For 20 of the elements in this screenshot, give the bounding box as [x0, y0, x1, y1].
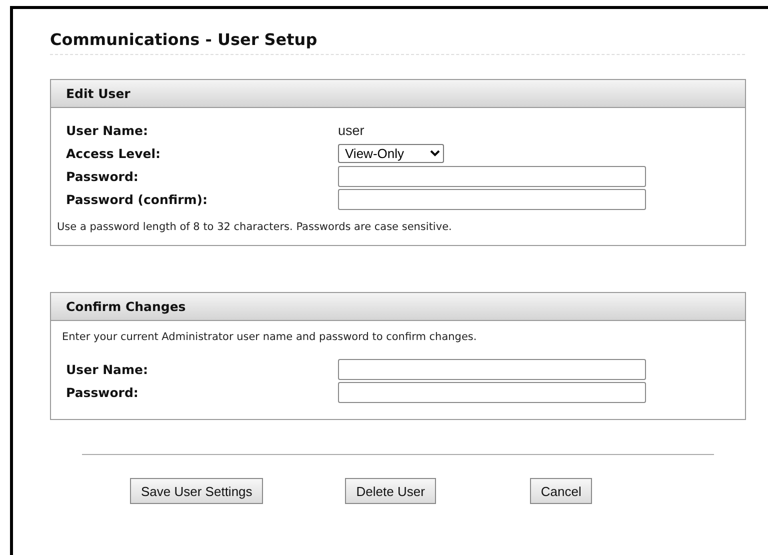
- access-level-dropdown[interactable]: View-Only: [338, 144, 444, 162]
- field-label: Access Level:: [66, 146, 162, 160]
- panel-header: Edit User: [51, 80, 745, 108]
- help-text: Enter your current Administrator user name and password to confirm changes.: [61, 330, 478, 345]
- field-label: Password:: [66, 168, 140, 184]
- user-name-value: user: [338, 122, 364, 138]
- field-label: Password (confirm):: [66, 192, 209, 206]
- help-text: Use a password length of 8 to 32 characters. Passwords are case sensitive.: [56, 220, 453, 235]
- action-button[interactable]: Save User Settings: [130, 478, 264, 504]
- input-field[interactable]: [338, 358, 646, 380]
- panel-header: Confirm Changes: [51, 293, 745, 321]
- input-field[interactable]: [338, 382, 646, 402]
- action-button[interactable]: Delete User: [345, 478, 436, 504]
- field-label: User Name:: [66, 122, 149, 138]
- field-label: User Name:: [66, 362, 149, 376]
- action-button[interactable]: Cancel: [530, 478, 592, 504]
- input-field[interactable]: [338, 166, 646, 186]
- field-label: Password:: [66, 384, 140, 400]
- page-title: Communications - User Setup: [50, 30, 745, 55]
- input-field[interactable]: [338, 188, 646, 210]
